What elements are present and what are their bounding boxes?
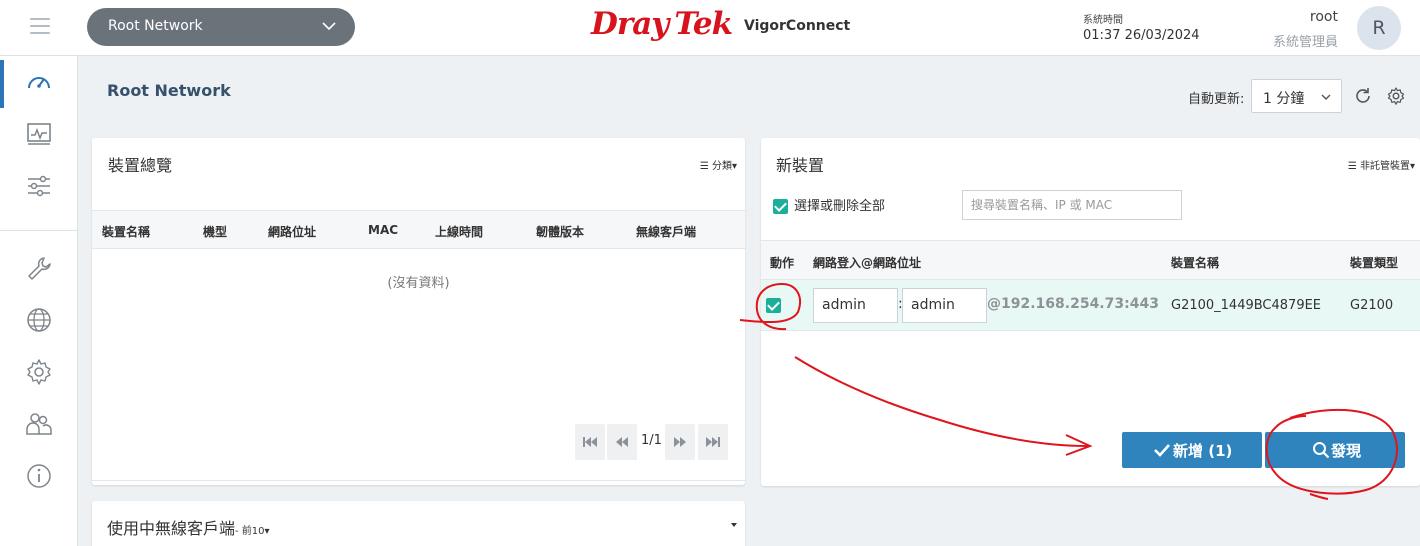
app-name: VigorConnect (744, 18, 851, 34)
previous-page-icon (616, 437, 628, 447)
prev-page-button[interactable] (607, 424, 637, 460)
no-data-message: (沒有資料) (387, 276, 450, 291)
hamburger-menu-icon[interactable] (30, 18, 50, 36)
sliders-icon[interactable] (24, 171, 54, 201)
first-page-icon (583, 437, 597, 447)
globe-icon[interactable] (24, 305, 54, 335)
select-all-toggle[interactable]: 選擇或刪除全部 (773, 195, 885, 214)
column-header[interactable]: 裝置名稱 (1171, 254, 1219, 271)
first-page-button[interactable] (575, 424, 605, 460)
users-icon[interactable] (24, 409, 54, 439)
auto-refresh-label: 自動更新: (1188, 92, 1245, 107)
add-devices-button[interactable]: 新增 (1) (1122, 432, 1262, 468)
device-overview-title: 裝置總覽 (108, 156, 173, 175)
discover-button[interactable]: 發現 (1265, 432, 1405, 468)
user-role: 系統管理員 (1272, 35, 1338, 50)
wrench-icon[interactable] (24, 254, 54, 284)
device-address: @192.168.254.73:443 (987, 296, 1159, 312)
wireless-clients-card: 使用中無線客戶端- 前10▾ (92, 501, 745, 546)
column-header[interactable]: 機型 (203, 223, 227, 240)
auto-refresh-value: 1 分鐘 (1263, 91, 1305, 107)
user-name: root (1309, 9, 1338, 25)
table-row: admin : admin @192.168.254.73:443 G2100_… (761, 280, 1420, 331)
select-all-checkbox[interactable] (773, 199, 788, 214)
last-page-button[interactable] (698, 424, 728, 460)
chevron-down-icon (1321, 94, 1331, 100)
new-devices-title: 新裝置 (776, 156, 825, 175)
system-time-value: 01:37 26/03/2024 (1083, 28, 1200, 43)
device-type: G2100 (1350, 298, 1394, 313)
settings-gear-icon[interactable] (1386, 86, 1406, 106)
network-selector[interactable]: Root Network (87, 8, 355, 46)
column-header: 動作 (770, 256, 795, 270)
info-icon[interactable] (24, 461, 54, 491)
wireless-clients-title: 使用中無線客戶端- 前10▾ (107, 519, 270, 538)
avatar[interactable]: R (1357, 6, 1401, 50)
password-field[interactable]: admin (902, 288, 987, 323)
sidebar (0, 56, 78, 546)
next-page-button[interactable] (665, 424, 695, 460)
device-name: G2100_1449BC4879EE (1171, 298, 1322, 313)
column-header[interactable]: 裝置名稱 (102, 223, 150, 240)
column-header[interactable]: MAC (368, 223, 398, 237)
device-overview-card: 裝置總覽 ☰ 分類▾ 裝置名稱 機型 網路位址 MAC 上線時間 韌體版本 無線… (92, 138, 745, 485)
system-time-label: 系統時間 (1083, 15, 1123, 26)
new-devices-card: 新裝置 ☰ 非託管裝置▾ 選擇或刪除全部 動作 網路登入@網路位址 裝置名稱 裝… (761, 138, 1420, 486)
column-header[interactable]: 韌體版本 (536, 223, 584, 240)
gear-icon[interactable] (24, 357, 54, 387)
overview-table-header: 裝置名稱 機型 網路位址 MAC 上線時間 韌體版本 無線客戶端 (92, 210, 745, 249)
category-menu[interactable]: ☰ 分類▾ (700, 157, 737, 172)
draytek-logo: Dray Tek (591, 6, 733, 42)
sidebar-divider (0, 230, 78, 231)
discover-label: 發現 (1331, 442, 1362, 460)
column-header[interactable]: 上線時間 (435, 223, 483, 240)
select-all-label: 選擇或刪除全部 (794, 199, 886, 214)
add-devices-label: 新增 (1) (1173, 442, 1233, 460)
collapse-caret-icon[interactable] (731, 523, 737, 527)
column-header[interactable]: 網路登入@網路位址 (813, 254, 921, 271)
next-page-icon (674, 437, 686, 447)
row-checkbox[interactable] (766, 298, 781, 313)
monitor-chart-icon[interactable] (24, 119, 54, 149)
checkmark-icon (1154, 444, 1170, 457)
device-search-input[interactable] (962, 190, 1182, 220)
column-header[interactable]: 無線客戶端 (636, 223, 696, 240)
last-page-icon (706, 437, 720, 447)
card-footer-divider (92, 480, 745, 481)
username-field[interactable]: admin (813, 288, 898, 323)
page-indicator: 1/1 (641, 433, 662, 448)
dashboard-gauge-icon[interactable] (24, 68, 54, 98)
network-selector-label: Root Network (108, 18, 203, 34)
search-icon (1313, 442, 1330, 459)
top-header: Root Network Dray Tek VigorConnect 系統時間 0… (0, 0, 1420, 56)
top10-menu[interactable]: - 前10▾ (235, 526, 270, 537)
column-header[interactable]: 裝置類型 (1350, 254, 1398, 271)
refresh-icon[interactable] (1353, 86, 1373, 106)
column-header[interactable]: 網路位址 (268, 223, 316, 240)
page-title: Root Network (107, 81, 231, 100)
new-devices-table-header: 動作 網路登入@網路位址 裝置名稱 裝置類型 (761, 240, 1420, 280)
unmanaged-devices-menu[interactable]: ☰ 非託管裝置▾ (1348, 157, 1415, 172)
chevron-down-icon (322, 22, 336, 31)
auto-refresh-select[interactable]: 1 分鐘 (1251, 79, 1342, 113)
sidebar-active-indicator (0, 60, 4, 108)
